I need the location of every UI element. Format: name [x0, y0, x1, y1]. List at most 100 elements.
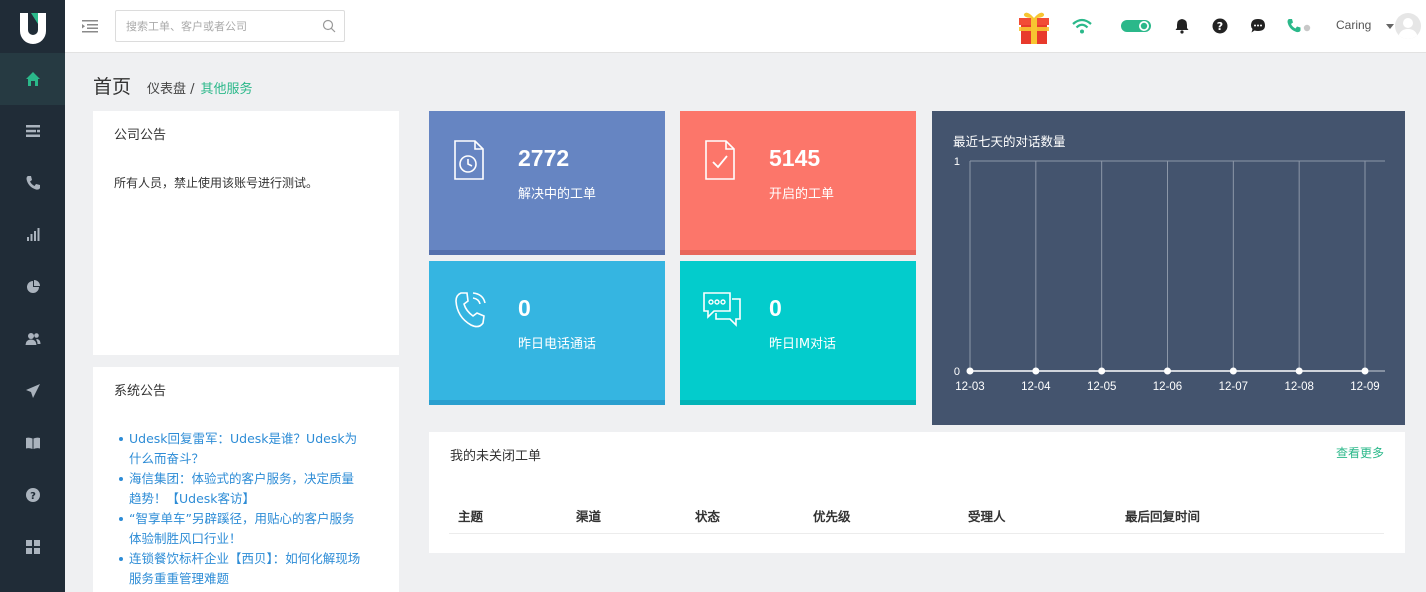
stat-label: 解决中的工单: [518, 187, 597, 202]
open-tickets-title: 我的未关闭工单: [450, 449, 542, 464]
sidebar-item-apps[interactable]: [0, 521, 65, 573]
x-tick-label: 12-08: [1284, 381, 1313, 393]
system-notice-item[interactable]: “智享单车”另辟蹊径，用贴心的客户服务体验制胜风口行业！: [119, 509, 361, 549]
book-icon: [25, 437, 40, 449]
users-icon: [25, 333, 40, 345]
svg-text:?: ?: [30, 491, 36, 502]
column-header-priority[interactable]: 优先级: [813, 506, 851, 525]
list-icon: [25, 125, 40, 137]
phone-icon: [26, 176, 40, 190]
column-header-subject[interactable]: 主题: [458, 506, 483, 525]
wifi-icon[interactable]: [1072, 16, 1092, 36]
data-point[interactable]: [1361, 367, 1369, 375]
phone-call-icon: [455, 292, 486, 328]
sidebar-item-help[interactable]: ?: [0, 469, 65, 521]
paper-plane-icon: [25, 384, 40, 398]
y-tick-label: 0: [954, 366, 960, 378]
sidebar-item-customers[interactable]: [0, 313, 65, 365]
x-tick-label: 12-06: [1153, 381, 1182, 393]
stat-tile-resolving-tickets[interactable]: 2772 解决中的工单: [429, 111, 665, 255]
stat-value: 0: [518, 295, 531, 321]
column-header-last-reply[interactable]: 最后回复时间: [1125, 506, 1200, 525]
company-notice-title: 公司公告: [114, 128, 167, 143]
help-icon[interactable]: ?: [1210, 16, 1230, 36]
avatar[interactable]: [1395, 13, 1421, 39]
y-tick-label: 1: [954, 156, 960, 168]
data-point[interactable]: [1032, 367, 1040, 375]
table-divider: [449, 533, 1384, 534]
column-header-channel[interactable]: 渠道: [576, 506, 601, 525]
grid-icon: [25, 540, 40, 554]
stat-tile-open-tickets[interactable]: 5145 开启的工单: [680, 111, 916, 255]
stat-value: 5145: [769, 145, 821, 171]
chat-icon[interactable]: [1248, 16, 1268, 36]
page-title: 首页: [93, 76, 132, 98]
stat-tile-im-yesterday[interactable]: 0 昨日IM对话: [680, 261, 916, 405]
breadcrumb-parent[interactable]: 仪表盘 /: [147, 78, 195, 97]
phone-status-icon[interactable]: [1286, 16, 1312, 36]
top-bar: ? Caring: [65, 0, 1426, 53]
sidebar-item-reports[interactable]: [0, 209, 65, 261]
open-tickets-panel: 我的未关闭工单 查看更多 主题 渠道 状态 优先级 受理人 最后回复时间: [429, 432, 1405, 553]
sidebar-item-home[interactable]: [0, 53, 65, 105]
sidebar-item-knowledge[interactable]: [0, 417, 65, 469]
menu-toggle-icon[interactable]: [81, 17, 99, 35]
system-notice-item[interactable]: Udesk回复雷军：Udesk是谁？Udesk为什么而奋斗？: [119, 429, 361, 469]
udesk-logo[interactable]: [0, 0, 65, 53]
chevron-down-icon[interactable]: [1386, 24, 1394, 29]
question-circle-icon: ?: [25, 488, 40, 502]
search-icon[interactable]: [322, 19, 336, 33]
x-tick-label: 12-05: [1087, 381, 1116, 393]
breadcrumb: 首页 仪表盘 / 其他服务: [93, 72, 253, 102]
pie-chart-icon: [26, 280, 40, 293]
tile-bar: [680, 250, 916, 255]
system-notice-item[interactable]: 海信集团：体验式的客户服务，决定质量趋势！【Udesk客访】: [119, 469, 361, 509]
x-tick-label: 12-07: [1219, 381, 1248, 393]
sidebar-item-send[interactable]: [0, 365, 65, 417]
sidebar: ?: [0, 0, 65, 592]
tile-bar: [429, 400, 665, 405]
user-name[interactable]: Caring: [1336, 18, 1371, 32]
x-tick-label: 12-09: [1350, 381, 1379, 393]
data-point[interactable]: [1098, 367, 1106, 375]
sidebar-item-calls[interactable]: [0, 157, 65, 209]
bell-icon[interactable]: [1172, 16, 1192, 36]
column-header-assignee[interactable]: 受理人: [968, 506, 1006, 525]
system-notice-list: Udesk回复雷军：Udesk是谁？Udesk为什么而奋斗？ 海信集团：体验式的…: [119, 429, 361, 589]
system-notice-panel: 系统公告 Udesk回复雷军：Udesk是谁？Udesk为什么而奋斗？ 海信集团…: [93, 367, 399, 592]
data-point[interactable]: [1229, 367, 1237, 375]
search-box: [115, 10, 345, 42]
data-point[interactable]: [1295, 367, 1303, 375]
company-notice-text: 所有人员，禁止使用该账号进行测试。: [114, 176, 319, 190]
stat-label: 昨日IM对话: [769, 337, 837, 352]
gift-icon[interactable]: [1017, 8, 1051, 46]
stat-value: 2772: [518, 145, 570, 171]
search-input[interactable]: [116, 11, 311, 41]
system-notice-item[interactable]: 连锁餐饮标杆企业【西贝】：如何化解现场服务重重管理难题: [119, 549, 361, 589]
conversation-chart-panel: 最近七天的对话数量 0 1 12-03 12-04 12-05 12-06 12-07 12-…: [932, 111, 1405, 425]
status-toggle[interactable]: [1120, 16, 1152, 36]
check-document-icon: [705, 140, 735, 180]
svg-text:?: ?: [1217, 20, 1223, 33]
data-point[interactable]: [1164, 367, 1171, 375]
tile-bar: [680, 400, 916, 405]
data-point[interactable]: [966, 367, 974, 375]
clock-document-icon: [454, 140, 484, 180]
conversation-line-chart: 0 1 12-03 12-04 12-05 12-06 12-07 12-08 12-09: [954, 156, 1385, 393]
stat-label: 昨日电话通话: [518, 337, 597, 352]
sidebar-item-analytics[interactable]: [0, 261, 65, 313]
stat-value: 0: [769, 295, 782, 321]
system-notice-title: 系统公告: [114, 384, 167, 399]
stat-label: 开启的工单: [769, 187, 835, 202]
sidebar-item-tickets[interactable]: [0, 105, 65, 157]
breadcrumb-current: 其他服务: [200, 82, 253, 97]
column-header-status[interactable]: 状态: [695, 506, 720, 525]
home-icon: [25, 72, 40, 86]
bar-chart-icon: [26, 228, 39, 241]
view-more-link[interactable]: 查看更多: [1336, 444, 1384, 461]
stat-tile-calls-yesterday[interactable]: 0 昨日电话通话: [429, 261, 665, 405]
x-tick-label: 12-04: [1021, 381, 1051, 393]
x-tick-label: 12-03: [955, 381, 984, 393]
tile-bar: [429, 250, 665, 255]
company-notice-panel: 公司公告 所有人员，禁止使用该账号进行测试。: [93, 111, 399, 355]
